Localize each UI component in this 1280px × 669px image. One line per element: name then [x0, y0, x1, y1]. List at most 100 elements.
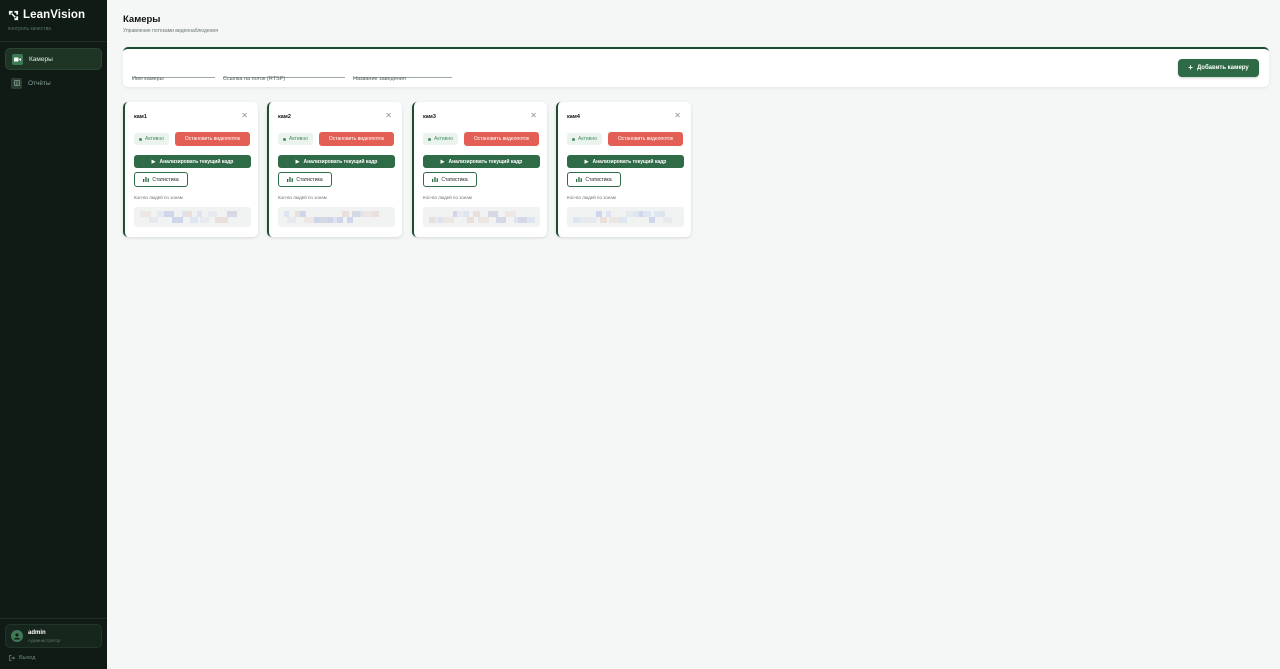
add-camera-button[interactable]: + Добавить камеру: [1178, 59, 1259, 77]
sidebar-item-reports[interactable]: Отчёты: [5, 72, 102, 94]
thumbnail-block: [190, 217, 198, 223]
thumbnail-block: [347, 217, 353, 223]
analyze-frame-button[interactable]: ▶ Анализировать текущий кадр: [567, 155, 684, 168]
analyze-label: Анализировать текущий кадр: [159, 158, 234, 165]
brand-name: LeanVision: [23, 9, 86, 21]
status-dot-icon: [139, 137, 142, 141]
logout-button[interactable]: Выход: [9, 655, 35, 661]
page-title: Камеры: [123, 14, 161, 25]
camera-name: кам2: [278, 114, 291, 120]
sidebar-item-label: Отчёты: [28, 79, 51, 87]
logout-label: Выход: [19, 655, 36, 661]
stream-url-input[interactable]: [223, 76, 345, 82]
status-label: Активно: [434, 136, 453, 142]
history-label: Кол-во людей по зонам: [567, 195, 616, 200]
analyze-label: Анализировать текущий кадр: [448, 158, 523, 165]
thumbnail-block: [619, 217, 627, 223]
camera-name: кам1: [134, 114, 147, 120]
thumbnail-block: [287, 217, 296, 223]
statistics-button[interactable]: Статистика: [567, 172, 621, 187]
thumbnail-block: [443, 217, 454, 223]
history-strip: [423, 207, 540, 227]
thumbnail-block: [478, 217, 489, 223]
history-strip: [278, 207, 395, 227]
statistics-label: Статистика: [152, 176, 179, 183]
history-label: Кол-во людей по зонам: [278, 195, 327, 200]
page-subtitle: Управление потоками видеонаблюдения: [123, 28, 218, 34]
history-strip: [134, 207, 251, 227]
statistics-label: Статистика: [441, 176, 468, 183]
bar-chart-icon: [287, 177, 294, 182]
venue-input[interactable]: [353, 76, 452, 82]
sidebar: LeanVision контроль качества Камеры Отчё…: [0, 0, 107, 669]
bar-chart-icon: [432, 177, 439, 182]
camera-name-input[interactable]: [132, 76, 215, 82]
thumbnail-block: [600, 217, 607, 223]
thumbnail-block: [467, 217, 474, 223]
status-dot-icon: [283, 137, 286, 141]
sidebar-item-label: Камеры: [29, 55, 53, 63]
stop-stream-button[interactable]: Остановить видеопоток: [608, 132, 683, 146]
thumbnail-block: [337, 217, 343, 223]
thumbnail-block: [372, 211, 379, 217]
close-icon[interactable]: ✕: [241, 112, 248, 120]
brand: LeanVision: [8, 9, 85, 21]
thumbnail-block: [438, 217, 443, 223]
plus-icon: +: [1188, 63, 1193, 72]
thumbnail-block: [177, 217, 183, 223]
thumbnail-block: [496, 217, 506, 223]
report-icon: [11, 77, 22, 89]
add-camera-label: Добавить камеру: [1196, 65, 1249, 71]
play-icon: ▶: [151, 158, 156, 165]
brand-subtitle: контроль качества: [8, 26, 51, 32]
statistics-button[interactable]: Статистика: [423, 172, 477, 187]
divider: [0, 618, 107, 619]
thumbnail-block: [588, 217, 597, 223]
thumbnail-block: [221, 217, 228, 223]
thumbnail-block: [149, 217, 158, 223]
thumbnail-block: [649, 217, 655, 223]
status-label: Активно: [578, 136, 597, 142]
divider: [0, 41, 107, 42]
status-dot-icon: [572, 137, 575, 141]
analyze-frame-button[interactable]: ▶ Анализировать текущий кадр: [423, 155, 540, 168]
close-icon[interactable]: ✕: [674, 112, 681, 120]
status-badge: Активно: [423, 133, 458, 145]
user-role: Администратор: [28, 637, 61, 643]
play-icon: ▶: [584, 158, 589, 165]
stop-stream-button[interactable]: Остановить видеопоток: [464, 132, 539, 146]
user-card[interactable]: admin Администратор: [5, 624, 102, 648]
camera-name: кам3: [423, 114, 436, 120]
analyze-label: Анализировать текущий кадр: [303, 158, 378, 165]
history-label: Кол-во людей по зонам: [423, 195, 472, 200]
analyze-frame-button[interactable]: ▶ Анализировать текущий кадр: [278, 155, 395, 168]
close-icon[interactable]: ✕: [530, 112, 537, 120]
camera-name-field[interactable]: [132, 67, 215, 82]
thumbnail-block: [663, 217, 672, 223]
statistics-label: Статистика: [296, 176, 323, 183]
add-camera-form: + Добавить камеру: [123, 47, 1269, 87]
status-dot-icon: [428, 137, 431, 141]
stop-stream-button[interactable]: Остановить видеопоток: [175, 132, 250, 146]
venue-field[interactable]: [353, 67, 452, 82]
stop-stream-button[interactable]: Остановить видеопоток: [319, 132, 394, 146]
status-label: Активно: [145, 136, 164, 142]
analyze-frame-button[interactable]: ▶ Анализировать текущий кадр: [134, 155, 251, 168]
status-label: Активно: [289, 136, 308, 142]
camera-card-1: кам1 ✕ Активно Остановить видеопоток ▶ А…: [123, 102, 258, 237]
logout-icon: [9, 655, 15, 661]
camera-card-2: кам2 ✕ Активно Остановить видеопоток ▶ А…: [267, 102, 402, 237]
sidebar-item-cameras[interactable]: Камеры: [5, 48, 102, 70]
status-badge: Активно: [134, 133, 169, 145]
history-strip: [567, 207, 684, 227]
stream-url-field[interactable]: [223, 67, 345, 82]
logo-icon: [8, 10, 19, 20]
camera-name: кам4: [567, 114, 580, 120]
statistics-label: Статистика: [585, 176, 612, 183]
statistics-button[interactable]: Статистика: [278, 172, 332, 187]
close-icon[interactable]: ✕: [385, 112, 392, 120]
thumbnail-block: [227, 211, 237, 217]
statistics-button[interactable]: Статистика: [134, 172, 188, 187]
status-badge: Активно: [278, 133, 313, 145]
video-camera-icon: [12, 53, 23, 65]
